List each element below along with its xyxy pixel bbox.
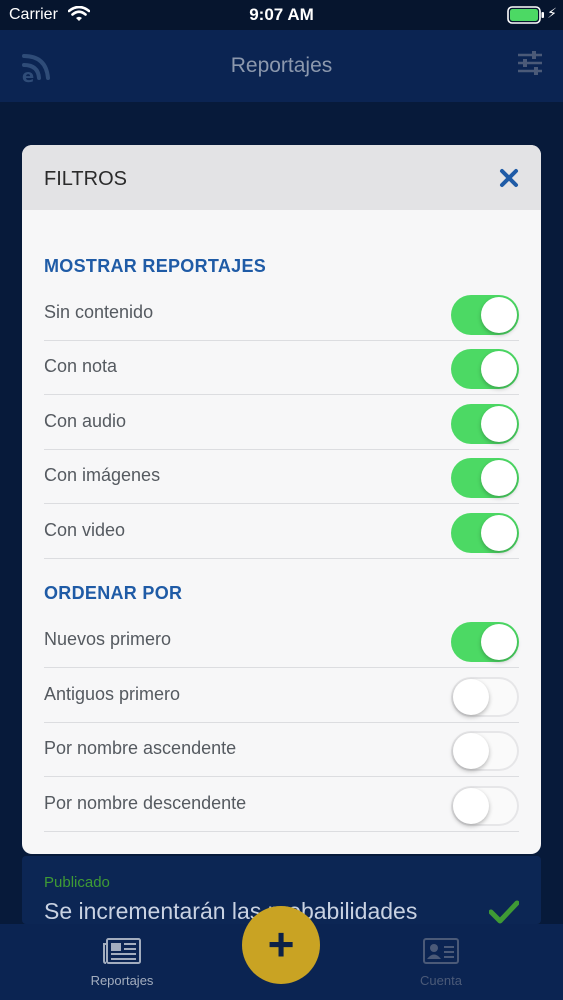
order-row-nombre-desc: Por nombre descendente: [44, 778, 519, 832]
id-card-icon: [423, 938, 459, 968]
order-label: Por nombre descendente: [44, 793, 247, 813]
toggle-switch[interactable]: [451, 349, 519, 389]
card-title: Se incrementarán las probabilidades: [44, 898, 418, 924]
filter-label: Con imágenes: [44, 465, 161, 485]
nav-bar: e Reportajes: [0, 30, 563, 102]
plus-icon: +: [267, 918, 295, 970]
clock-time: 9:07 AM: [249, 5, 314, 24]
add-reportaje-button[interactable]: +: [242, 906, 320, 984]
filter-row-con-imagenes: Con imágenes: [44, 450, 519, 504]
filters-modal: FILTROS MOSTRAR REPORTAJES Sin contenido…: [22, 145, 541, 854]
order-label: Antiguos primero: [44, 684, 181, 704]
order-label: Nuevos primero: [44, 629, 172, 649]
section-heading-ordenar: ORDENAR POR: [44, 583, 183, 603]
filter-row-con-audio: Con audio: [44, 396, 519, 450]
toggle-knob: [453, 788, 489, 824]
toggle-switch[interactable]: [451, 513, 519, 553]
tab-reportajes[interactable]: Reportajes: [52, 938, 192, 988]
tab-cuenta[interactable]: Cuenta: [371, 938, 511, 988]
card-status-label: Publicado: [44, 874, 110, 891]
toggle-switch[interactable]: [451, 458, 519, 498]
toggle-knob: [481, 624, 517, 660]
tab-reportajes-label: Reportajes: [90, 973, 154, 988]
modal-title: FILTROS: [44, 168, 127, 190]
toggle-knob: [481, 351, 517, 387]
toggle-knob: [481, 406, 517, 442]
order-row-nuevos: Nuevos primero: [44, 614, 519, 668]
sliders-icon[interactable]: [517, 50, 543, 81]
section-heading-mostrar: MOSTRAR REPORTAJES: [44, 256, 267, 276]
filter-label: Con nota: [44, 356, 118, 376]
toggle-switch[interactable]: [451, 677, 519, 717]
toggle-knob: [453, 733, 489, 769]
toggle-switch[interactable]: [451, 731, 519, 771]
battery-full-icon: [507, 6, 545, 29]
toggle-knob: [481, 515, 517, 551]
charging-icon: ⚡: [547, 5, 557, 21]
order-label: Por nombre ascendente: [44, 738, 237, 758]
page-title: Reportajes: [230, 54, 333, 77]
filter-label: Sin contenido: [44, 302, 154, 322]
toggle-switch[interactable]: [451, 295, 519, 335]
toggle-knob: [453, 679, 489, 715]
modal-header: FILTROS: [22, 145, 541, 210]
toggle-switch[interactable]: [451, 786, 519, 826]
status-bar: Carrier 9:07 AM ⚡: [0, 0, 563, 30]
close-icon[interactable]: [499, 168, 519, 188]
toggle-knob: [481, 460, 517, 496]
tab-cuenta-label: Cuenta: [420, 973, 462, 988]
order-row-antiguos: Antiguos primero: [44, 669, 519, 723]
toggle-switch[interactable]: [451, 404, 519, 444]
filter-label: Con video: [44, 520, 126, 540]
filter-row-con-nota: Con nota: [44, 341, 519, 395]
filter-row-sin-contenido: Sin contenido: [44, 287, 519, 341]
toggle-knob: [481, 297, 517, 333]
toggle-switch[interactable]: [451, 622, 519, 662]
filter-label: Con audio: [44, 411, 127, 431]
newspaper-icon: [103, 938, 141, 968]
order-row-nombre-asc: Por nombre ascendente: [44, 723, 519, 777]
filter-row-con-video: Con video: [44, 505, 519, 559]
